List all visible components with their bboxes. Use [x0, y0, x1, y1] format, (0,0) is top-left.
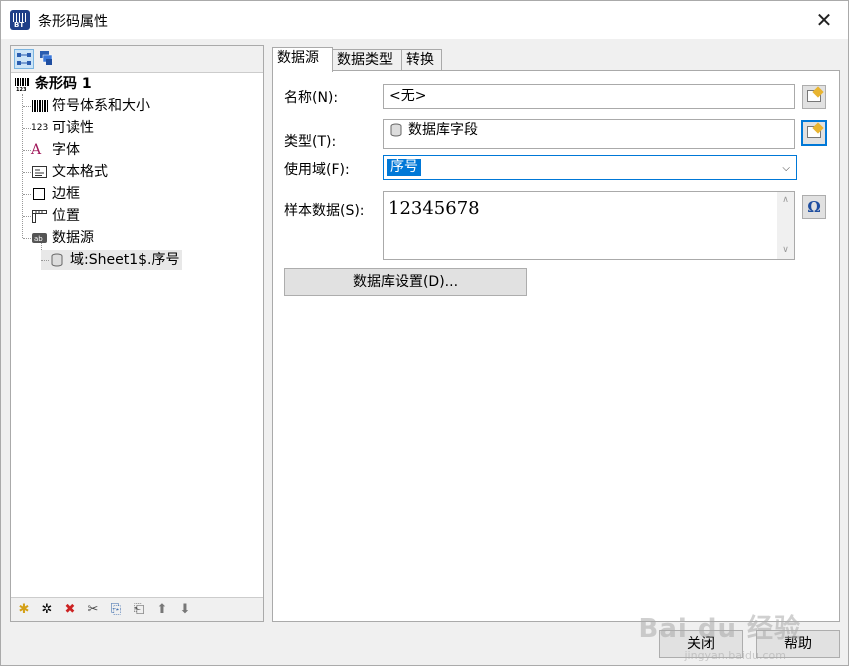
tree-connector [23, 194, 31, 195]
new-icon[interactable]: ✱ [16, 602, 32, 618]
cut-icon[interactable]: ✂ [85, 602, 101, 618]
tree-connector [23, 172, 31, 173]
name-picker-button[interactable] [802, 85, 826, 109]
tree-item-position[interactable]: 位置 [23, 206, 80, 226]
baidu-watermark-url: jingyan.baidu.com [684, 649, 786, 662]
scroll-down-icon[interactable]: ∨ [777, 242, 794, 259]
text-format-icon [31, 165, 49, 179]
delete-icon[interactable]: ✖ [62, 602, 78, 618]
property-tree: 123 条形码 1 符号体系和大小 123 可读性 A 字体 文本格式 边框 位… [11, 74, 263, 594]
svg-text:123: 123 [16, 87, 27, 91]
font-icon: A [31, 142, 42, 158]
tree-item-readability[interactable]: 123 可读性 [23, 118, 94, 138]
tree-connector [41, 260, 49, 261]
window-title: 条形码属性 [38, 14, 108, 30]
barcode-icon: 123 [14, 77, 32, 93]
border-icon [31, 187, 49, 201]
tree-connector [23, 238, 31, 239]
tab-transform[interactable]: 转换 [401, 49, 442, 71]
use-field-dropdown[interactable]: 序号 ⌵ [383, 155, 797, 180]
tree-item-font[interactable]: A 字体 [23, 140, 80, 160]
tree-item-field-selected[interactable]: 域:Sheet1$.序号 [41, 250, 183, 270]
use-field-label: 使用域(F): [284, 162, 350, 178]
paste-icon[interactable]: ⎗ [131, 602, 147, 618]
datasource-tab-panel: 名称(N): <无> 类型(T): 数据库字段 使用域(F): 序号 ⌵ 样本数… [272, 70, 840, 622]
name-field[interactable]: <无> [383, 84, 795, 109]
tree-view-icon[interactable] [14, 49, 34, 69]
name-label: 名称(N): [284, 90, 339, 106]
tree-root-barcode[interactable]: 123 条形码 1 [14, 74, 92, 94]
type-value: 数据库字段 [408, 122, 478, 138]
copy-icon[interactable]: ⎘ [108, 602, 124, 618]
svg-text:ab: ab [34, 235, 43, 243]
type-field[interactable]: 数据库字段 [383, 119, 795, 149]
picker-icon [807, 126, 821, 138]
move-down-icon[interactable]: ⬇ [177, 602, 193, 618]
datasource-icon: ab [31, 231, 49, 245]
use-field-selected: 序号 [387, 159, 421, 176]
move-up-icon[interactable]: ⬆ [154, 602, 170, 618]
baidu-watermark: Bai du 经验 [638, 614, 801, 644]
type-picker-button[interactable] [801, 120, 827, 146]
close-window-button[interactable]: ✕ [812, 8, 836, 32]
tree-item-label: 位置 [52, 208, 80, 224]
position-ruler-icon [31, 209, 49, 223]
picker-icon [807, 90, 821, 102]
dialog-window: 条形码属性 ✕ 123 条形码 1 符号体系和 [0, 0, 849, 666]
sample-data-value: 12345678 [388, 198, 480, 219]
tree-item-datasource[interactable]: ab 数据源 [23, 228, 94, 248]
tree-view-toolbar [11, 46, 263, 73]
scroll-up-icon[interactable]: ∧ [777, 192, 794, 209]
chevron-down-icon: ⌵ [782, 163, 790, 174]
tab-datatype[interactable]: 数据类型 [332, 49, 402, 71]
sample-data-label: 样本数据(S): [284, 203, 365, 219]
title-bar: 条形码属性 ✕ [1, 1, 848, 39]
wand-icon[interactable]: ✲ [39, 602, 55, 618]
sample-scrollbar[interactable]: ∧ ∨ [777, 192, 794, 259]
sample-data-textarea[interactable]: 12345678 ∧ ∨ [383, 191, 795, 260]
tree-item-label: 域:Sheet1$.序号 [70, 252, 180, 268]
layers-view-icon[interactable] [37, 49, 57, 69]
tree-item-label: 文本格式 [52, 164, 108, 180]
tab-datasource[interactable]: 数据源 [272, 47, 333, 72]
tree-item-label: 符号体系和大小 [52, 98, 150, 114]
tree-item-label: 数据源 [52, 230, 94, 246]
tree-connector [23, 128, 31, 129]
barcode-bars-icon [31, 99, 49, 113]
tree-item-label: 字体 [52, 142, 80, 158]
readability-123-icon: 123 [31, 123, 49, 133]
property-tree-panel: 123 条形码 1 符号体系和大小 123 可读性 A 字体 文本格式 边框 位… [10, 45, 264, 622]
tree-item-label: 边框 [52, 186, 80, 202]
omega-special-char-button[interactable]: Ω [802, 195, 826, 219]
tree-item-border[interactable]: 边框 [23, 184, 80, 204]
type-label: 类型(T): [284, 134, 337, 150]
database-settings-button[interactable]: 数据库设置(D)... [284, 268, 527, 296]
tree-item-label: 可读性 [52, 120, 94, 136]
tree-connector [23, 106, 31, 107]
tree-connector [23, 216, 31, 217]
bartender-app-icon [10, 10, 30, 30]
tree-connector [23, 150, 31, 151]
tree-root-label: 条形码 1 [35, 76, 92, 92]
tree-actions-toolbar: ✱ ✲ ✖ ✂ ⎘ ⎗ ⬆ ⬇ [11, 597, 263, 621]
database-icon [49, 253, 67, 267]
tree-item-symbology[interactable]: 符号体系和大小 [23, 96, 150, 116]
tree-item-text-format[interactable]: 文本格式 [23, 162, 108, 182]
database-icon [389, 123, 405, 137]
